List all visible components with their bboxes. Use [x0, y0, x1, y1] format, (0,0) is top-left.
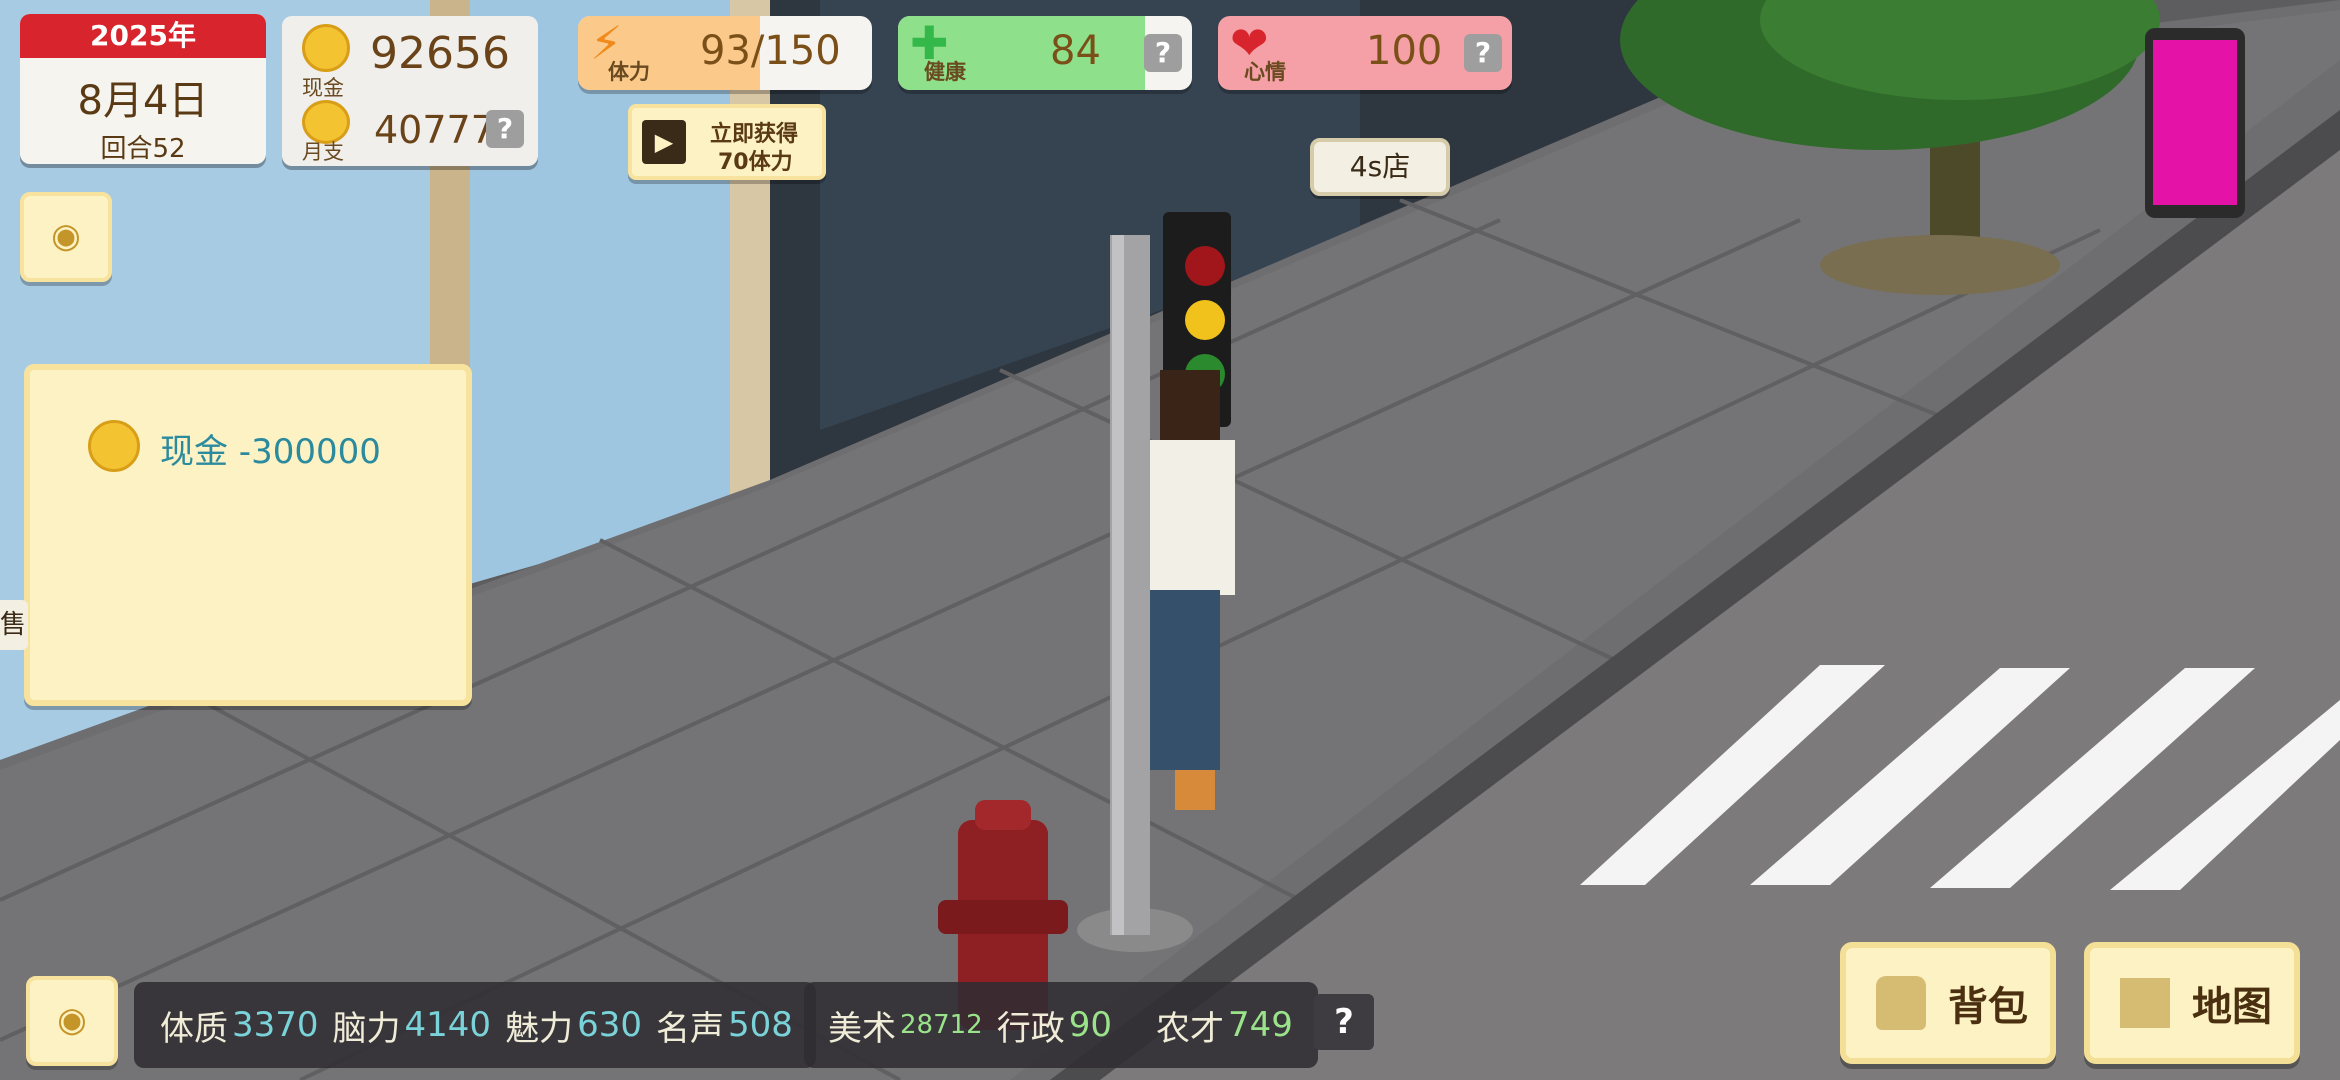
stat-label-fame: 名声: [655, 1008, 724, 1049]
stat-value-farming: 749: [1227, 1005, 1293, 1045]
health-help-button[interactable]: ?: [1144, 34, 1182, 72]
stamina-value: 93/150: [700, 28, 841, 74]
mood-bar: ❤ 心情 100 ?: [1218, 16, 1512, 90]
bag-button[interactable]: 背包: [1840, 942, 2056, 1064]
stat-label-admin: 行政: [996, 1008, 1065, 1049]
ad-line2: 70体力: [718, 150, 793, 175]
stamina-bar: ⚡ 体力 93/150: [578, 16, 872, 90]
calendar-panel: 2025年 8月4日 回合52: [20, 14, 266, 164]
calendar-date: 8月4日: [77, 78, 209, 124]
stat-label-farming: 农才: [1155, 1008, 1224, 1049]
shop-sign: 售: [0, 600, 28, 650]
stat-value-art: 28712: [900, 1010, 983, 1040]
notification-text: 现金 -300000: [160, 432, 381, 472]
bag-icon: [1876, 976, 1926, 1030]
monthly-value: 40777: [374, 108, 495, 152]
map-icon: [2120, 978, 2170, 1028]
watch-ad-stamina-button[interactable]: ▶ 立即获得 70体力: [628, 104, 826, 180]
bag-label: 背包: [1948, 984, 2028, 1030]
health-bar: ✚ 健康 84 ?: [898, 16, 1192, 90]
stat-label-charm: 魅力: [505, 1008, 574, 1049]
stat-label-intellect: 脑力: [332, 1008, 401, 1049]
health-label: 健康: [924, 60, 966, 84]
attribute-bar-1: 体质 3370 脑力 4140 魅力 630 名声 508: [134, 982, 816, 1068]
cash-label: 现金: [302, 76, 344, 100]
map-button[interactable]: 地图: [2084, 942, 2300, 1064]
cash-value: 92656: [370, 28, 510, 79]
eye-toggle-button-top[interactable]: ◉: [20, 192, 112, 282]
eye-toggle-button-bottom[interactable]: ◉: [26, 976, 118, 1066]
eye-icon: ◉: [57, 1000, 87, 1040]
stat-label-constitution: 体质: [160, 1008, 228, 1049]
mood-label: 心情: [1244, 60, 1286, 84]
attribute-bar-2: 美术 28712 行政 90 农才 749: [804, 982, 1318, 1068]
stat-value-charm: 630: [577, 1005, 642, 1045]
eye-icon: ◉: [51, 216, 81, 256]
mood-value: 100: [1366, 28, 1443, 74]
notification-panel: 现金 -300000: [24, 364, 472, 706]
attributes-help-button[interactable]: ?: [1314, 994, 1374, 1050]
calendar-year: 2025年: [20, 14, 266, 58]
mood-help-button[interactable]: ?: [1464, 34, 1502, 72]
money-panel: 现金 92656 月支 40777 ?: [282, 16, 538, 166]
coin-icon: [302, 24, 350, 72]
monthly-label: 月支: [302, 140, 344, 164]
stat-value-fame: 508: [727, 1005, 793, 1045]
stat-value-constitution: 3370: [232, 1005, 319, 1045]
stat-label-art: 美术: [828, 1008, 896, 1049]
stat-value-admin: 90: [1068, 1005, 1112, 1045]
health-value: 84: [1050, 28, 1101, 74]
stamina-label: 体力: [608, 60, 650, 84]
round-counter: 回合52: [100, 134, 186, 164]
money-help-button[interactable]: ?: [486, 110, 524, 148]
coin-icon: [88, 420, 140, 472]
location-tag[interactable]: 4s店: [1310, 138, 1450, 196]
stat-value-intellect: 4140: [404, 1005, 492, 1045]
film-icon: ▶: [642, 120, 686, 164]
map-label: 地图: [2192, 984, 2272, 1030]
